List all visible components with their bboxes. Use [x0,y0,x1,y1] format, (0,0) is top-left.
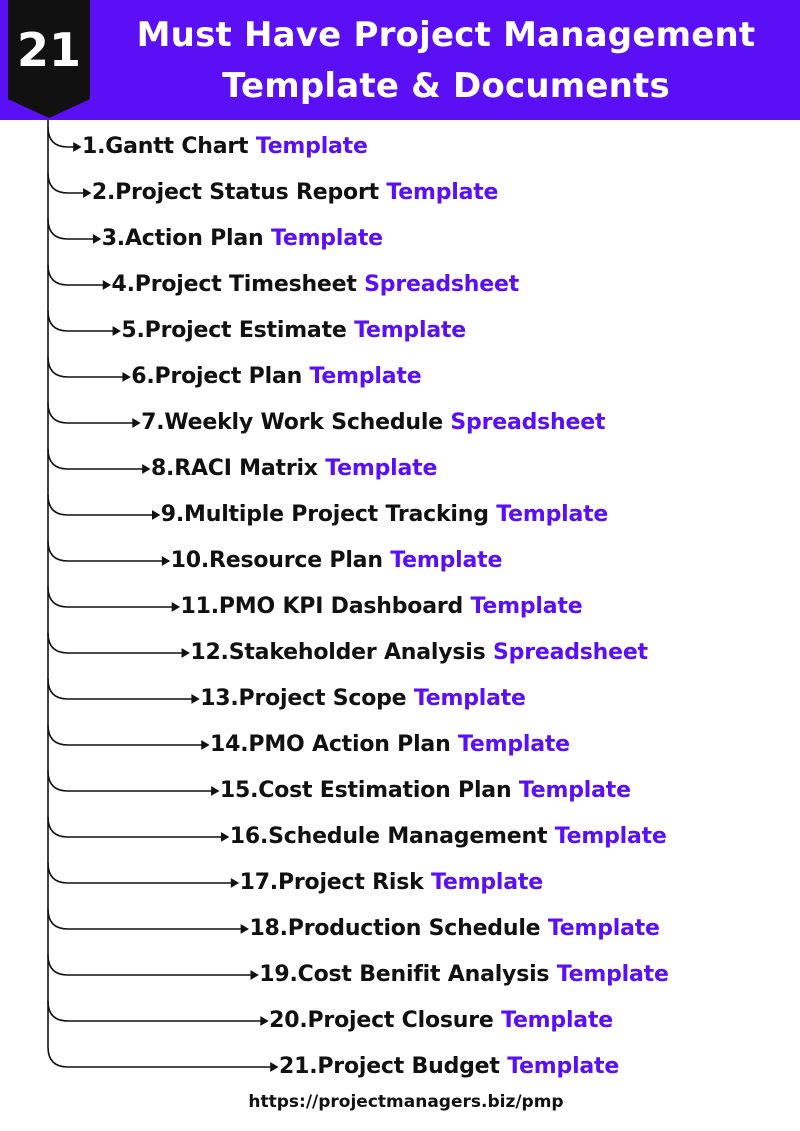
arrow-icon [191,694,200,704]
arrow-icon [132,418,141,428]
branch-line [47,954,253,976]
branch-line [47,908,243,930]
arrow-icon [211,786,220,796]
branch-line [47,586,174,608]
branch-line [47,310,115,332]
arrow-icon [240,924,250,934]
branch-line [47,816,223,838]
branch-line [47,770,213,792]
arrow-icon [250,970,259,980]
branch-line [47,448,144,470]
arrow-icon [201,740,210,750]
branch-line [47,724,204,746]
branch-line [47,494,154,516]
branch-line [47,1046,272,1068]
count-badge: 21 [8,0,90,118]
arrow-icon [230,878,240,888]
branch-line [47,1000,263,1022]
arrow-icon [220,832,230,842]
arrow-icon [73,142,82,152]
arrow-icon [112,326,121,336]
branch-line [47,632,184,654]
badge-number: 21 [16,23,81,77]
branch-line [47,172,85,194]
arrow-icon [270,1062,279,1072]
branch-line [47,356,125,378]
branch-line [47,126,75,148]
connector-tree [47,120,279,1072]
arrow-icon [161,556,171,566]
branch-line [47,862,233,884]
arrow-icon [92,234,102,244]
arrow-icon [102,280,112,290]
arrow-icon [260,1016,269,1026]
branch-line [47,402,135,424]
branch-line [47,218,95,240]
arrow-icon [171,602,181,612]
branch-line [47,540,164,562]
arrow-icon [152,510,161,520]
branch-line [47,678,194,700]
arrow-icon [142,464,151,474]
arrow-icon [83,188,92,198]
arrow-icon [122,372,131,382]
arrow-icon [181,648,190,658]
branch-line [47,264,105,286]
